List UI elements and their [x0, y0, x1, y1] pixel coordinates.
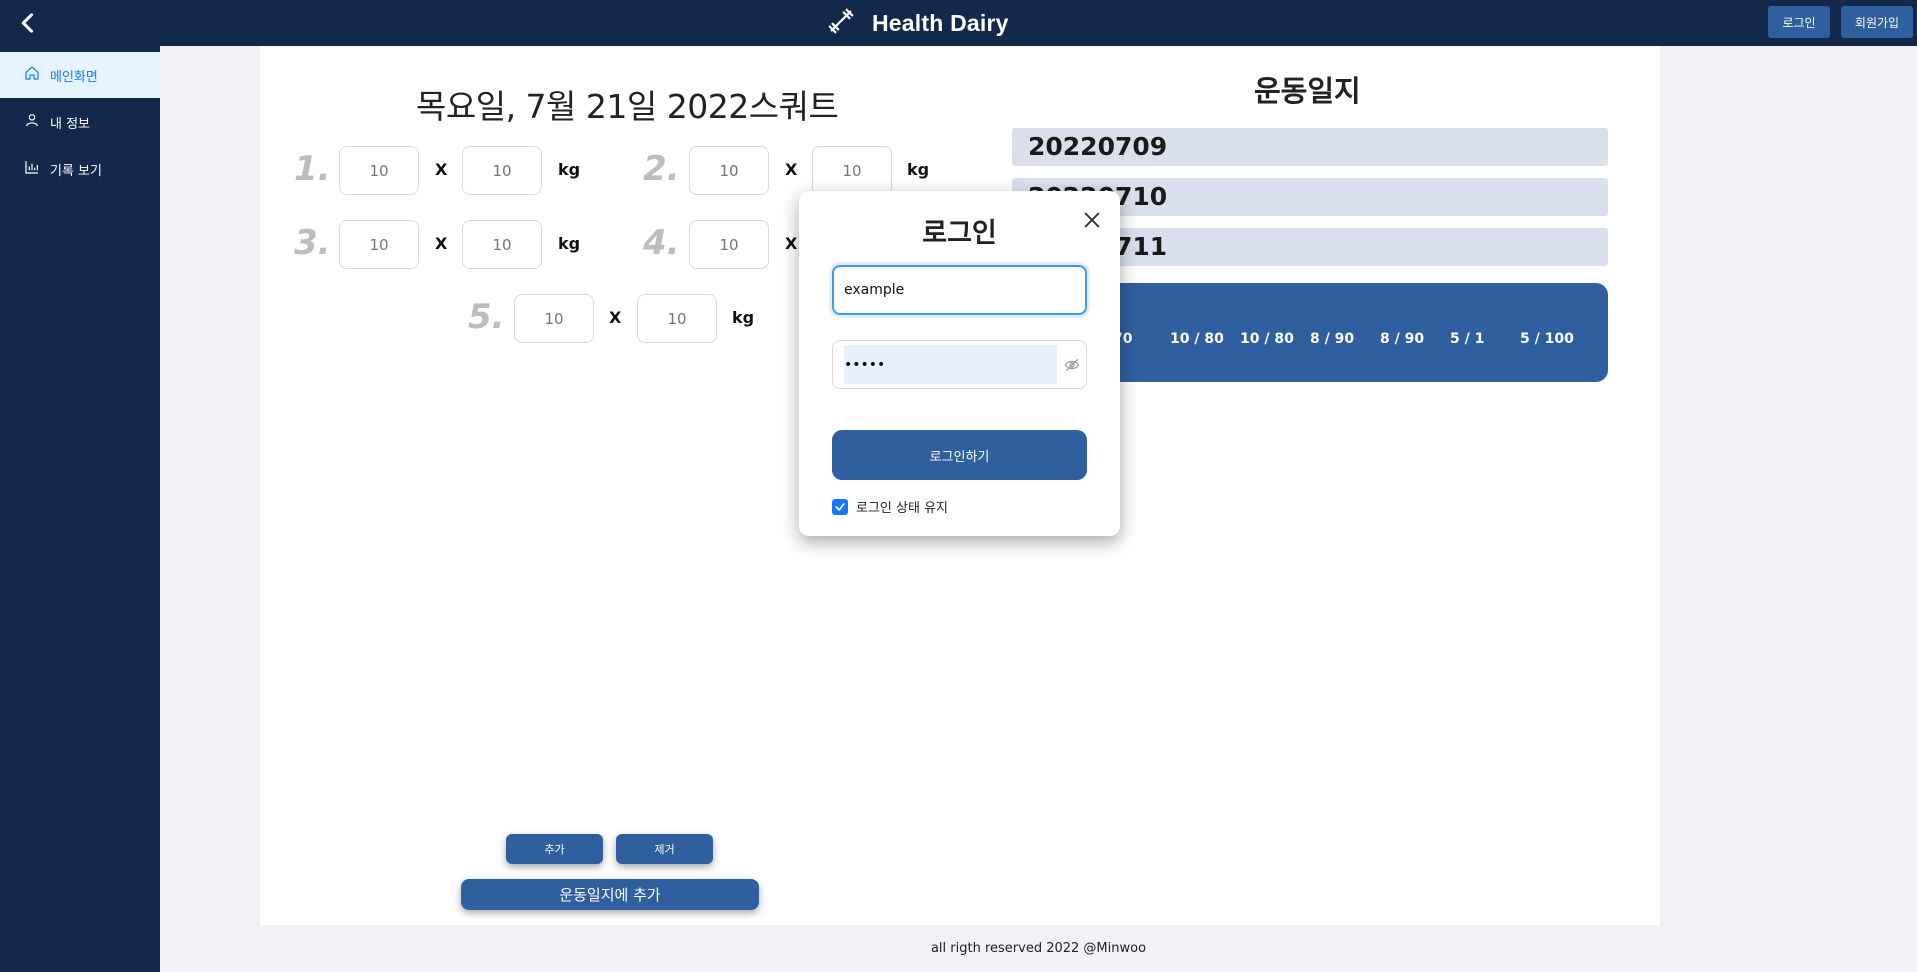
- username-input[interactable]: [832, 265, 1087, 315]
- log-date-row[interactable]: 20220709: [1012, 128, 1608, 166]
- weight-input[interactable]: [462, 146, 542, 195]
- bar-chart-icon: [24, 159, 40, 179]
- add-to-log-button[interactable]: 운동일지에 추가: [461, 879, 759, 910]
- add-set-button[interactable]: 추가: [506, 834, 603, 864]
- sidebar-item-records[interactable]: 기록 보기: [0, 146, 160, 192]
- password-field[interactable]: [832, 340, 1087, 389]
- times-label: X: [435, 234, 448, 253]
- modal-title: 로그인: [922, 218, 997, 249]
- detail-value: 5 / 1: [1450, 331, 1485, 347]
- times-label: X: [785, 160, 798, 179]
- set-number: 2.: [643, 149, 680, 189]
- remember-checkbox[interactable]: [832, 498, 848, 515]
- dumbbell-icon: [826, 6, 856, 40]
- reps-input[interactable]: [339, 220, 419, 269]
- detail-value: 10 / 80: [1170, 331, 1224, 347]
- back-arrow-icon[interactable]: [14, 9, 42, 37]
- sidebar-item-label: 내 정보: [50, 116, 91, 132]
- footer-text: all rigth reserved 2022 @Minwoo: [930, 941, 1147, 956]
- times-label: X: [435, 160, 448, 179]
- remember-me[interactable]: 로그인 상태 유지: [832, 497, 948, 516]
- reps-input[interactable]: [339, 146, 419, 195]
- kg-label: kg: [732, 308, 755, 327]
- remember-label: 로그인 상태 유지: [856, 501, 948, 516]
- times-label: X: [785, 234, 798, 253]
- set-number: 4.: [643, 223, 680, 263]
- header-login-button[interactable]: 로그인: [1768, 6, 1830, 38]
- sidebar: 메인화면 내 정보 기록 보기: [0, 46, 160, 972]
- footer: all rigth reserved 2022 @Minwoo: [160, 925, 1917, 972]
- reps-input[interactable]: [514, 294, 594, 343]
- home-icon: [24, 65, 40, 85]
- log-title: 운동일지: [1254, 74, 1361, 108]
- weight-input[interactable]: [637, 294, 717, 343]
- close-icon[interactable]: [1081, 209, 1103, 231]
- set-number: 5.: [468, 297, 505, 337]
- remove-set-button[interactable]: 제거: [616, 834, 713, 864]
- brand[interactable]: Health Dairy: [826, 8, 1009, 38]
- set-number: 3.: [294, 223, 331, 263]
- kg-label: kg: [558, 234, 581, 253]
- app-title: Health Dairy: [872, 9, 1009, 36]
- login-modal: 로그인 로그인하기 로그인 상태 유지: [799, 191, 1120, 536]
- reps-input[interactable]: [689, 146, 769, 195]
- sidebar-item-my-info[interactable]: 내 정보: [0, 99, 160, 145]
- sidebar-item-label: 기록 보기: [50, 163, 102, 179]
- sidebar-item-label: 메인화면: [50, 69, 98, 85]
- detail-value: 8 / 90: [1310, 331, 1355, 347]
- login-submit-button[interactable]: 로그인하기: [832, 430, 1087, 480]
- weight-input[interactable]: [812, 146, 892, 195]
- detail-value: 5 / 100: [1520, 331, 1574, 347]
- user-icon: [24, 112, 40, 132]
- sidebar-item-main[interactable]: 메인화면: [0, 52, 160, 98]
- eye-invisible-icon[interactable]: [1064, 357, 1080, 373]
- workout-title: 목요일, 7월 21일 2022스쿼트: [416, 87, 839, 126]
- weight-input[interactable]: [462, 220, 542, 269]
- set-number: 1.: [294, 149, 331, 189]
- kg-label: kg: [907, 160, 930, 179]
- header-signup-button[interactable]: 회원가입: [1841, 6, 1913, 38]
- detail-value: 8 / 90: [1380, 331, 1425, 347]
- times-label: X: [609, 308, 622, 327]
- password-input[interactable]: [844, 345, 1057, 384]
- detail-value: 10 / 80: [1240, 331, 1294, 347]
- kg-label: kg: [558, 160, 581, 179]
- reps-input[interactable]: [689, 220, 769, 269]
- top-navbar: Health Dairy 로그인 회원가입: [0, 0, 1917, 46]
